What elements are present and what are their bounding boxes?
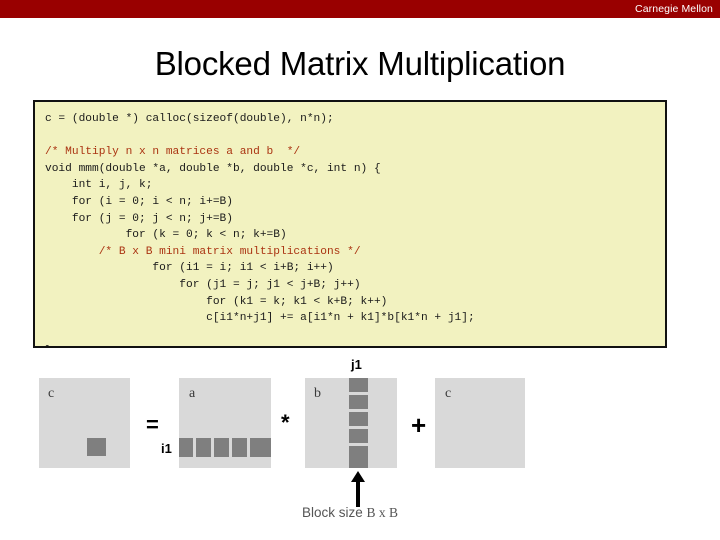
code-line-7: for (j = 0; j < n; j+=B) bbox=[45, 212, 233, 225]
block-size-caption-text: Block size bbox=[302, 505, 363, 520]
header-band bbox=[0, 0, 720, 18]
matrix-b-col-block bbox=[349, 446, 368, 468]
matrix-b-label: b bbox=[314, 386, 321, 401]
block-size-arrow-shaft bbox=[356, 481, 360, 507]
matrix-c-left-label: c bbox=[48, 386, 55, 401]
matrix-b-col-block bbox=[349, 412, 368, 426]
operator-multiply: * bbox=[281, 410, 290, 435]
operator-plus: + bbox=[411, 410, 427, 440]
code-line-5: int i, j, k; bbox=[45, 179, 153, 192]
block-size-caption-value: B x B bbox=[366, 505, 399, 520]
operator-equals: = bbox=[146, 412, 159, 437]
matrix-a-row-block bbox=[196, 438, 211, 457]
matrix-c-left-target-cell bbox=[87, 438, 106, 456]
matrix-b-col-block bbox=[349, 378, 368, 392]
matrix-a-label: a bbox=[189, 386, 196, 401]
code-line-9-comment: /* B x B mini matrix multiplications */ bbox=[45, 245, 361, 258]
code-line-3-comment: /* Multiply n x n matrices a and b */ bbox=[45, 146, 301, 159]
matrix-a-row-block bbox=[232, 438, 247, 457]
matrix-a-row-block bbox=[179, 438, 193, 457]
institution-brand: Carnegie Mellon bbox=[635, 3, 713, 15]
matrix-b-col-block bbox=[349, 395, 368, 409]
matrix-a-row-block bbox=[214, 438, 229, 457]
matrix-diagram: c = a i1 * b j1 + c Block size B x B bbox=[0, 350, 720, 540]
block-size-arrow-head bbox=[351, 471, 365, 482]
page-title: Blocked Matrix Multiplication bbox=[154, 45, 566, 82]
matrix-a-row-block bbox=[250, 438, 271, 457]
code-line-15: } bbox=[45, 345, 52, 346]
code-line-8: for (k = 0; k < n; k+=B) bbox=[45, 229, 287, 242]
code-line-13: c[i1*n+j1] += a[i1*n + k1]*b[k1*n + j1]; bbox=[45, 312, 475, 325]
index-label-j1: j1 bbox=[351, 357, 362, 372]
block-size-caption: Block size B x B bbox=[302, 505, 398, 521]
code-line-12: for (k1 = k; k1 < k+B; k++) bbox=[45, 295, 388, 308]
index-label-i1: i1 bbox=[161, 441, 172, 456]
code-line-10: for (i1 = i; i1 < i+B; i++) bbox=[45, 262, 334, 275]
code-line-11: for (j1 = j; j1 < j+B; j++) bbox=[45, 278, 361, 291]
code-listing: c = (double *) calloc(sizeof(double), n*… bbox=[35, 102, 665, 346]
matrix-b-col-block bbox=[349, 429, 368, 443]
matrix-c-right-label: c bbox=[445, 386, 452, 401]
code-line-1: c = (double *) calloc(sizeof(double), n*… bbox=[45, 113, 334, 125]
code-line-4: void mmm(double *a, double *b, double *c… bbox=[45, 162, 381, 175]
code-line-6: for (i = 0; i < n; i+=B) bbox=[45, 195, 233, 208]
code-block: c = (double *) calloc(sizeof(double), n*… bbox=[33, 100, 667, 348]
